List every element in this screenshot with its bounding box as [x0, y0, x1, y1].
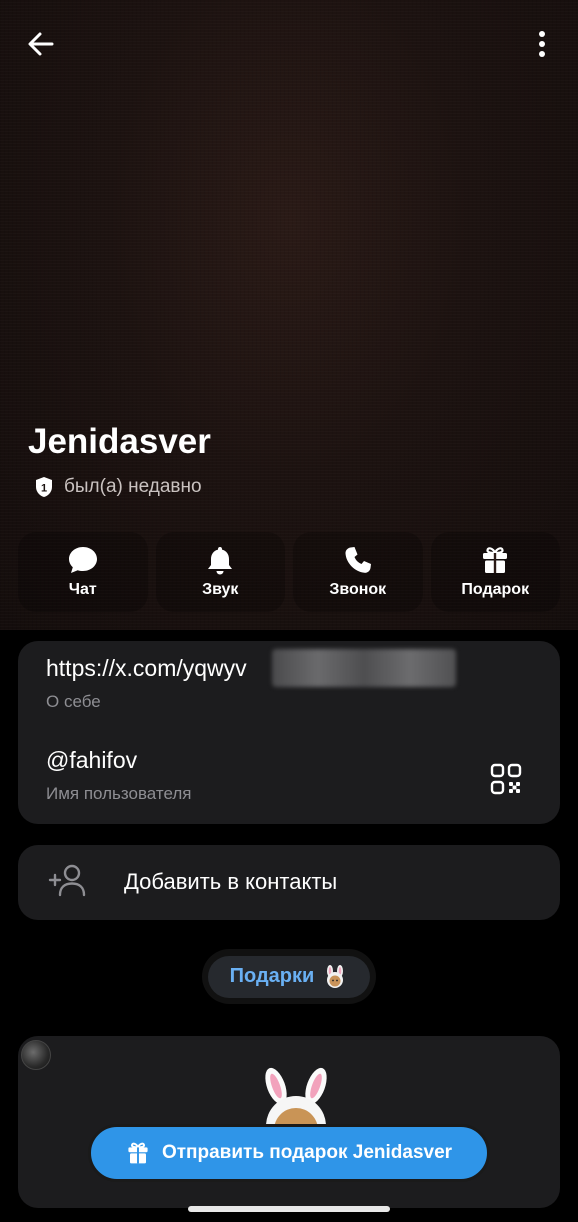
- arrow-left-icon: [28, 32, 54, 56]
- gifts-tab-label: Подарки: [229, 965, 315, 987]
- gift-preview-area: [18, 1036, 560, 1208]
- svg-text:1: 1: [41, 483, 47, 495]
- info-card: https://x.com/yqwyv О себе @fahifov Имя …: [18, 641, 560, 824]
- chat-button-label: Чат: [68, 581, 97, 598]
- shield-icon: 1: [36, 477, 52, 497]
- sound-button-label: Звук: [202, 581, 239, 598]
- bio-value[interactable]: https://x.com/yqwyv: [46, 655, 247, 682]
- phone-icon: [345, 547, 371, 573]
- gift-button[interactable]: Подарок: [430, 532, 560, 612]
- more-options-button[interactable]: [522, 24, 562, 64]
- username-label: Имя пользователя: [46, 784, 192, 803]
- redacted-link-blur: [272, 649, 456, 687]
- profile-status: 1 был(а) недавно: [34, 476, 202, 498]
- qr-code-icon: [490, 763, 522, 795]
- username-row[interactable]: @fahifov Имя пользователя: [46, 747, 192, 804]
- call-button-label: Звонок: [329, 581, 387, 598]
- gift-icon: [128, 1142, 148, 1164]
- chat-bubble-icon: [68, 547, 97, 573]
- send-gift-button[interactable]: Отправить подарок Jenidasver: [88, 1124, 490, 1182]
- back-button[interactable]: [18, 24, 64, 64]
- chat-button[interactable]: Чат: [18, 532, 148, 612]
- profile-name: Jenidasver: [28, 422, 211, 461]
- send-gift-label: Отправить подарок Jenidasver: [161, 1142, 453, 1163]
- gift-button-label: Подарок: [461, 581, 530, 598]
- home-indicator[interactable]: [188, 1206, 390, 1212]
- qr-code-button[interactable]: [486, 759, 526, 799]
- more-vertical-icon: [539, 31, 545, 57]
- add-user-icon: [48, 864, 86, 897]
- bio-label: О себе: [46, 692, 101, 711]
- action-buttons-row: Чат Звук Звонок Подарок: [18, 532, 560, 612]
- add-contact-label: Добавить в контакты: [124, 869, 338, 894]
- bell-icon: [208, 547, 233, 575]
- bunny-gift-sticker-icon: [265, 1067, 327, 1124]
- gifts-tab-container: Подарки: [202, 949, 376, 1004]
- call-button[interactable]: Звонок: [293, 532, 423, 612]
- sound-button[interactable]: Звук: [155, 532, 285, 612]
- bio-row[interactable]: https://x.com/yqwyv О себе: [46, 655, 247, 712]
- gifts-tab[interactable]: Подарки: [208, 955, 370, 998]
- bunny-sticker-icon: [327, 964, 344, 988]
- status-text: был(а) недавно: [64, 476, 202, 497]
- gift-icon: [483, 547, 508, 573]
- username-value[interactable]: @fahifov: [46, 747, 192, 774]
- avatar[interactable]: [21, 1040, 51, 1070]
- add-contact-button[interactable]: Добавить в контакты: [18, 845, 560, 920]
